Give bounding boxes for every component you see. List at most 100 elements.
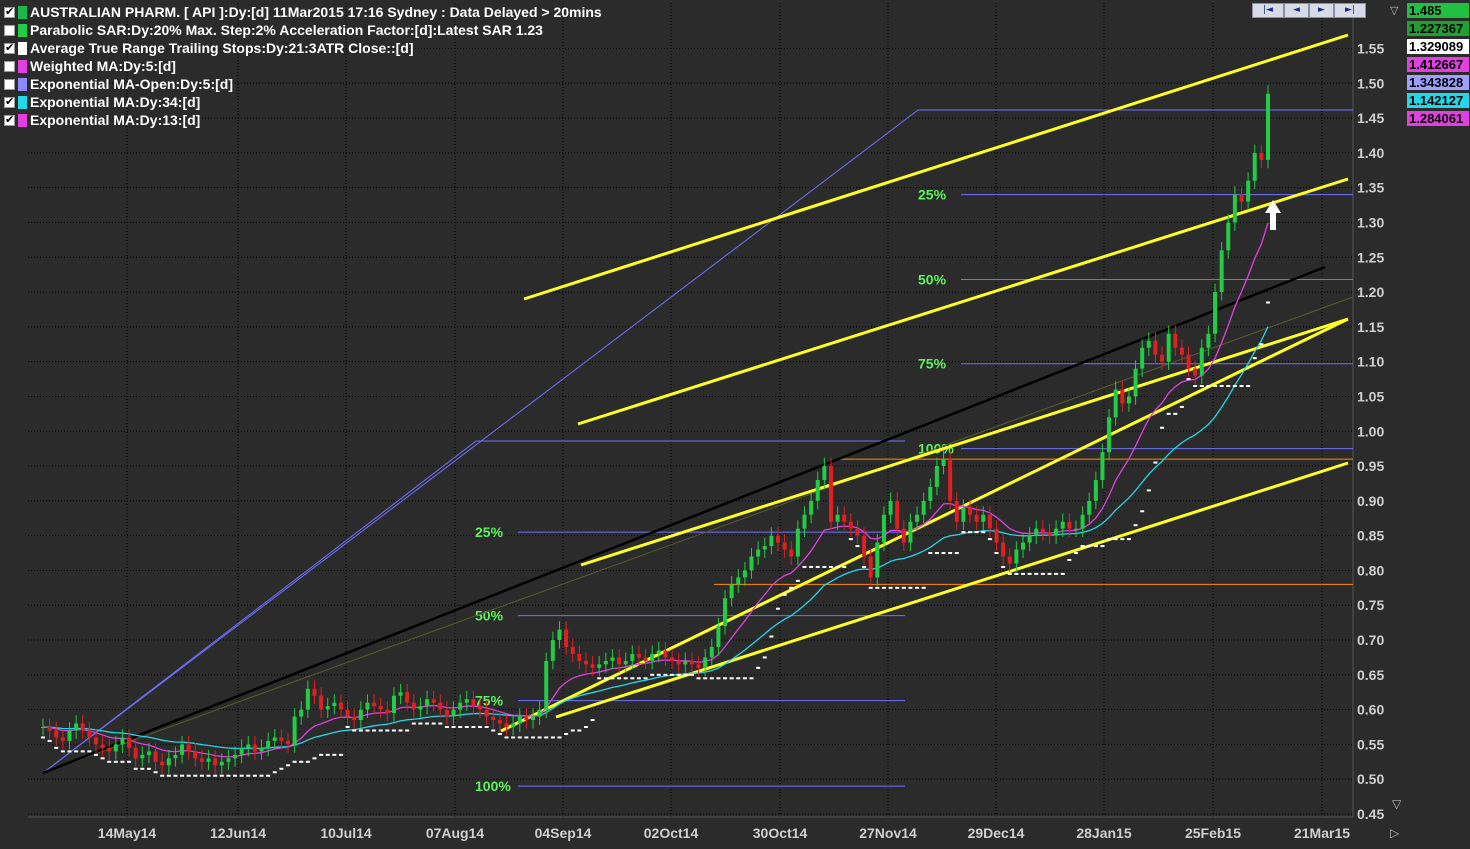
checkbox[interactable]: [4, 95, 15, 108]
y-tick-label: 0.80: [1357, 562, 1384, 578]
candle-body: [279, 737, 284, 741]
legend-row-weighted-ma[interactable]: Weighted MA:Dy:5:[d]: [4, 57, 602, 75]
value-badge: 1.343828: [1407, 75, 1469, 90]
fib-level-label: 100%: [475, 778, 511, 794]
color-swatch: [18, 41, 27, 55]
checkbox[interactable]: [4, 78, 15, 90]
x-tick-label: 04Sep14: [535, 825, 592, 841]
candle-body: [199, 758, 204, 762]
y-tick-label: 0.65: [1357, 667, 1384, 683]
candle-body: [968, 507, 973, 515]
candle-body: [795, 528, 800, 557]
candle-body: [1232, 194, 1237, 223]
fib-level-label: 75%: [918, 356, 947, 372]
candle-body: [1199, 347, 1204, 376]
x-tick-label: 25Feb15: [1185, 825, 1241, 841]
candle-body: [1060, 521, 1065, 529]
candle-body: [901, 528, 906, 543]
legend-row-atr-stops[interactable]: Average True Range Trailing Stops:Dy:21:…: [4, 39, 602, 57]
color-swatch: [18, 95, 27, 109]
candle-body: [444, 709, 449, 717]
candle-body: [1266, 93, 1270, 160]
color-swatch: [18, 113, 27, 127]
candle-body: [1193, 368, 1198, 376]
candle-body: [478, 706, 483, 710]
candle-body: [1226, 222, 1231, 251]
candle-body: [233, 754, 238, 759]
candle-body: [107, 747, 112, 752]
scroll-down-icon: ▽: [1392, 797, 1402, 811]
candle-body: [1179, 347, 1184, 355]
indicator-legend: AUSTRALIAN PHARM. [ API ]:Dy:[d] 11Mar20…: [4, 3, 602, 129]
fib-level-label: 25%: [475, 524, 504, 540]
candle-body: [1259, 152, 1264, 160]
scroll-up-icon[interactable]: ▽: [1390, 4, 1398, 17]
candle-body: [1113, 389, 1118, 418]
candle-body: [1246, 180, 1251, 202]
last-page-button[interactable]: ►|: [1334, 3, 1366, 18]
candle-body: [80, 723, 85, 731]
candle-body: [689, 660, 694, 665]
candle-body: [1001, 542, 1006, 557]
candle-body: [1100, 452, 1105, 480]
x-tick-label: 12Jun14: [210, 825, 266, 841]
candle-body: [484, 709, 489, 717]
candle-body: [93, 737, 98, 745]
next-page-button[interactable]: ►: [1309, 3, 1334, 18]
candle-body: [729, 584, 734, 599]
candle-body: [120, 737, 125, 745]
legend-row-parabolic-sar[interactable]: Parabolic SAR:Dy:20% Max. Step:2% Accele…: [4, 21, 602, 39]
candle-body: [1007, 556, 1012, 564]
candle-body: [471, 699, 476, 707]
candle-body: [828, 466, 833, 522]
candle-body: [650, 653, 655, 661]
candle-body: [987, 514, 992, 529]
candle-body: [352, 716, 357, 721]
checkbox[interactable]: [4, 60, 15, 72]
checkbox[interactable]: [4, 41, 15, 54]
checkbox[interactable]: [4, 24, 15, 36]
legend-label: Weighted MA:Dy:5:[d]: [30, 58, 176, 74]
candle-body: [1034, 528, 1039, 536]
candle-body: [954, 500, 959, 522]
checkbox[interactable]: [4, 5, 15, 18]
candle-body: [531, 716, 535, 721]
candle-body: [948, 459, 953, 501]
candle-body: [974, 514, 979, 522]
first-page-button[interactable]: |◄: [1252, 3, 1284, 18]
legend-row-price[interactable]: AUSTRALIAN PHARM. [ API ]:Dy:[d] 11Mar20…: [4, 3, 602, 21]
legend-row-ema-34[interactable]: Exponential MA:Dy:34:[d]: [4, 93, 602, 111]
y-tick-label: 1.35: [1357, 180, 1384, 196]
candle-body: [100, 744, 105, 748]
candle-body: [981, 514, 986, 522]
y-tick-label: 1.05: [1357, 388, 1384, 404]
candle-body: [1027, 535, 1032, 543]
candle-body: [862, 535, 867, 557]
candle-body: [438, 702, 443, 710]
value-badge: 1.227367: [1407, 21, 1469, 36]
candle-body: [776, 535, 780, 543]
candle-body: [153, 751, 158, 762]
candle-body: [782, 542, 787, 550]
y-tick-label: 0.90: [1357, 493, 1384, 509]
candle-body: [716, 626, 721, 647]
candle-body: [583, 660, 588, 665]
candle-body: [749, 556, 754, 571]
candle-body: [1239, 194, 1244, 202]
candle-body: [319, 695, 324, 710]
candle-body: [961, 507, 966, 522]
checkbox[interactable]: [4, 113, 15, 126]
candle-body: [723, 598, 728, 627]
candle-body: [1219, 250, 1224, 293]
candle-body: [855, 528, 860, 536]
color-swatch: [18, 23, 27, 37]
candle-body: [398, 692, 403, 696]
legend-row-ema-open[interactable]: Exponential MA-Open:Dy:5:[d]: [4, 75, 602, 93]
candle-body: [1146, 340, 1151, 348]
legend-row-ema-13[interactable]: Exponential MA:Dy:13:[d]: [4, 111, 602, 129]
previous-page-button[interactable]: ◄: [1284, 3, 1309, 18]
candle-body: [252, 744, 257, 752]
candle-body: [941, 459, 946, 467]
candle-body: [888, 500, 893, 515]
candle-body: [636, 653, 641, 658]
